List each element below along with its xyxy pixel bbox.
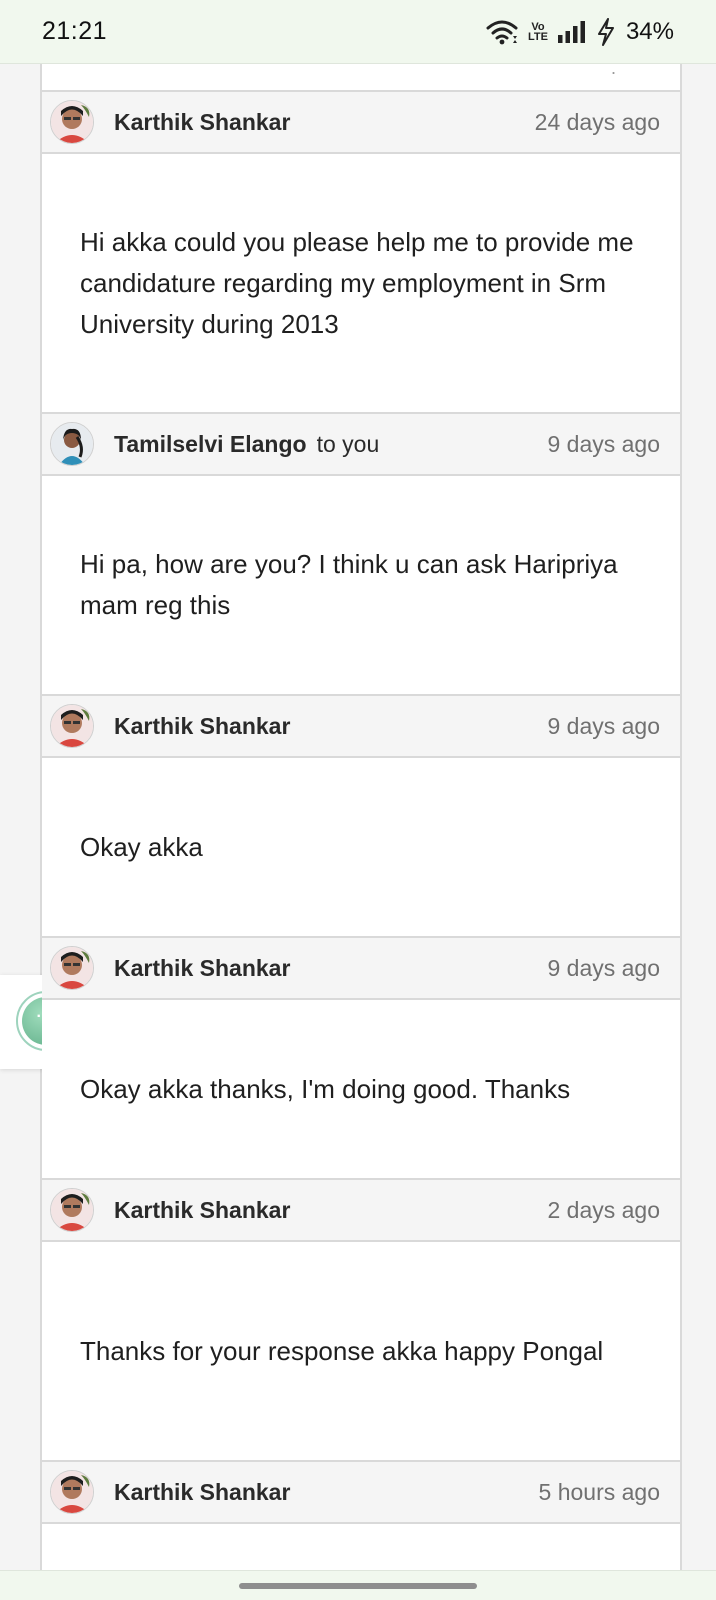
message-item[interactable]: Karthik Shankar 24 days ago Hi akka coul… <box>42 90 680 412</box>
message-body <box>42 1524 680 1570</box>
message-body: Hi pa, how are you? I think u can ask Ha… <box>42 476 680 694</box>
avatar[interactable] <box>50 946 94 990</box>
message-header[interactable]: Karthik Shankar 2 days ago <box>42 1178 680 1242</box>
message-timestamp: 9 days ago <box>547 430 660 457</box>
gesture-nav-bar <box>0 1570 716 1600</box>
message-body: Okay akka thanks, I'm doing good. Thanks <box>42 1000 680 1178</box>
message-body: Okay akka <box>42 758 680 936</box>
message-timestamp: 24 days ago <box>534 108 660 135</box>
message-thread[interactable]: . Karthik Shankar 24 days ago Hi akka co… <box>40 64 682 1570</box>
charging-icon <box>597 17 615 46</box>
sender-name[interactable]: Karthik Shankar <box>114 955 290 982</box>
avatar[interactable] <box>50 1188 94 1232</box>
message-header[interactable]: Karthik Shankar 9 days ago <box>42 936 680 1000</box>
message-item[interactable]: Karthik Shankar 2 days ago Thanks for yo… <box>42 1178 680 1460</box>
recipient-label: to you <box>316 430 380 457</box>
message-text: Okay akka thanks, I'm doing good. Thanks <box>80 1073 571 1104</box>
signal-icon <box>557 20 588 43</box>
volte-icon: Vo LTE <box>527 20 548 43</box>
message-timestamp: 2 days ago <box>547 1196 660 1223</box>
status-icons: Vo LTE 34% <box>486 17 674 46</box>
message-body: Hi akka could you please help me to prov… <box>42 154 680 412</box>
sender-name[interactable]: Karthik Shankar <box>114 713 290 740</box>
avatar[interactable] <box>50 100 94 144</box>
message-text: Okay akka <box>80 831 203 862</box>
avatar[interactable] <box>50 704 94 748</box>
message-header[interactable]: Karthik Shankar 9 days ago <box>42 694 680 758</box>
message-timestamp: 9 days ago <box>547 954 660 981</box>
message-text: Thanks for your response akka happy Pong… <box>80 1335 604 1366</box>
previous-message-stub: . <box>42 64 680 90</box>
status-bar: 21:21 Vo LTE 34% <box>0 0 716 64</box>
message-text: Hi akka could you please help me to prov… <box>80 226 634 339</box>
sender-name[interactable]: Karthik Shankar <box>114 1479 290 1506</box>
home-gesture-handle[interactable] <box>239 1583 477 1589</box>
message-item[interactable]: Tamilselvi Elango to you 9 days ago Hi p… <box>42 412 680 694</box>
wifi-icon <box>486 19 518 45</box>
message-header[interactable]: Karthik Shankar 5 hours ago <box>42 1460 680 1524</box>
message-text: Hi pa, how are you? I think u can ask Ha… <box>80 549 618 620</box>
avatar[interactable] <box>50 1470 94 1514</box>
message-item[interactable]: Karthik Shankar 9 days ago Okay akka tha… <box>42 936 680 1178</box>
sender-name[interactable]: Karthik Shankar <box>114 1197 290 1224</box>
battery-percent: 34% <box>625 17 674 45</box>
message-item[interactable]: Karthik Shankar 5 hours ago <box>42 1460 680 1570</box>
message-header[interactable]: Karthik Shankar 24 days ago <box>42 90 680 154</box>
message-item[interactable]: Karthik Shankar 9 days ago Okay akka <box>42 694 680 936</box>
status-time: 21:21 <box>42 17 108 45</box>
avatar[interactable] <box>50 422 94 466</box>
message-header[interactable]: Tamilselvi Elango to you 9 days ago <box>42 412 680 476</box>
sender-name[interactable]: Tamilselvi Elango <box>114 431 307 458</box>
message-timestamp: 5 hours ago <box>538 1478 660 1505</box>
message-body: Thanks for your response akka happy Pong… <box>42 1242 680 1460</box>
sender-name[interactable]: Karthik Shankar <box>114 109 290 136</box>
message-timestamp: 9 days ago <box>547 712 660 739</box>
